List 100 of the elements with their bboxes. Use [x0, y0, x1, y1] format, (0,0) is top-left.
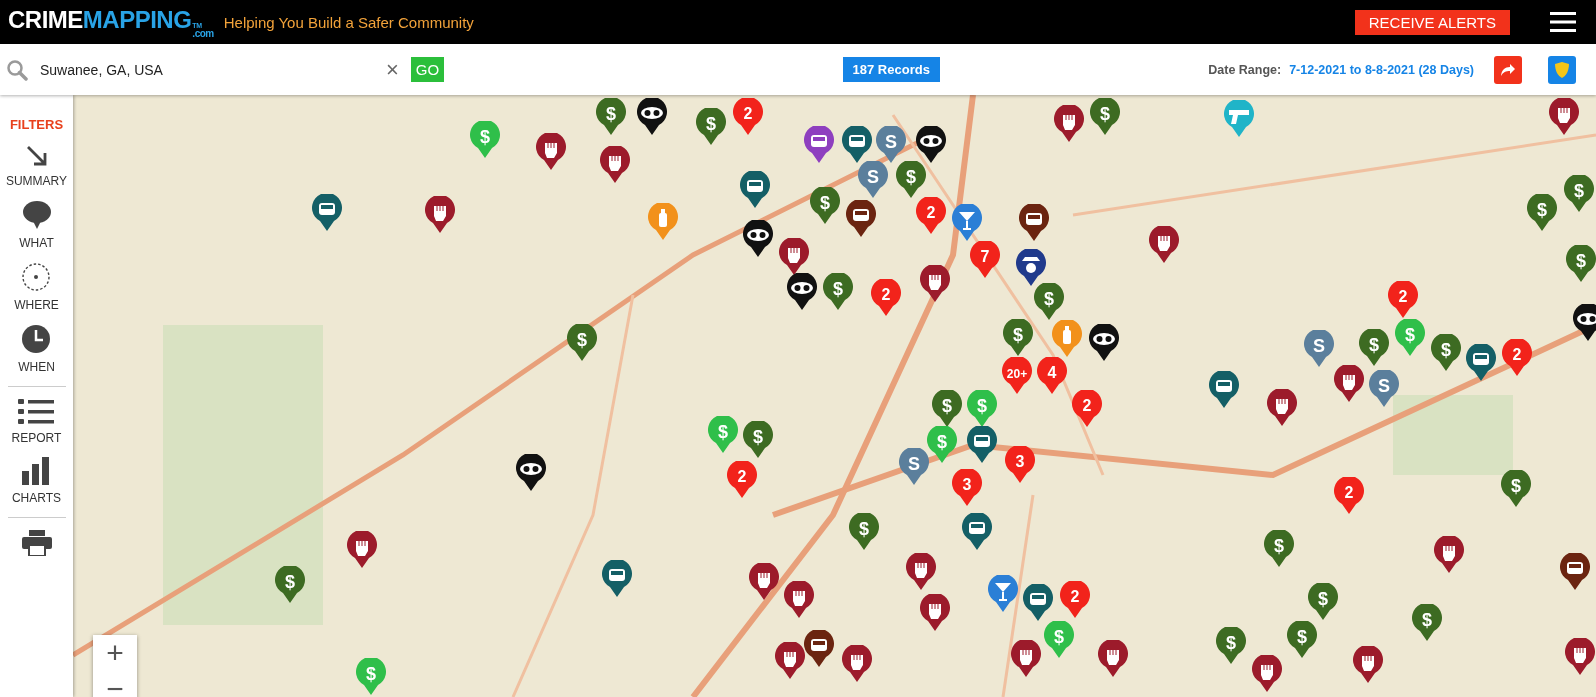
- assault-marker[interactable]: [535, 133, 567, 171]
- theft-marker[interactable]: $: [1286, 621, 1318, 659]
- share-button[interactable]: [1494, 55, 1522, 84]
- theft-marker[interactable]: $: [1411, 604, 1443, 642]
- cluster-marker[interactable]: 2: [726, 461, 758, 499]
- theft-marker[interactable]: $: [695, 108, 727, 146]
- cluster-marker[interactable]: 2: [1059, 581, 1091, 619]
- cluster-marker[interactable]: 2: [915, 197, 947, 235]
- assault-marker[interactable]: [1053, 105, 1085, 143]
- robbery-marker[interactable]: S: [898, 448, 930, 486]
- zoom-in-button[interactable]: +: [93, 635, 137, 671]
- theft-marker[interactable]: $: [809, 187, 841, 225]
- theft-marker[interactable]: $: [1430, 334, 1462, 372]
- assault-marker[interactable]: [1352, 646, 1384, 684]
- theft-marker[interactable]: $: [1565, 245, 1596, 283]
- theft-marker[interactable]: $: [1307, 583, 1339, 621]
- assault-marker[interactable]: [905, 553, 937, 591]
- zoom-out-button[interactable]: −: [93, 671, 137, 697]
- menu-icon[interactable]: [1550, 12, 1576, 32]
- cluster-marker[interactable]: 20+: [1001, 357, 1033, 395]
- assault-marker[interactable]: [424, 196, 456, 234]
- spray-can-marker[interactable]: [647, 203, 679, 241]
- assault-marker[interactable]: [774, 642, 806, 680]
- location-icon[interactable]: [21, 262, 52, 292]
- assault-marker[interactable]: [1148, 226, 1180, 264]
- cluster-marker[interactable]: 3: [1004, 446, 1036, 484]
- theft-marker[interactable]: $: [1358, 329, 1390, 367]
- assault-marker[interactable]: [1010, 640, 1042, 678]
- theft-marker[interactable]: $: [1089, 98, 1121, 136]
- vehicle-marker[interactable]: [1022, 584, 1054, 622]
- vehicle-marker[interactable]: [961, 513, 993, 551]
- sidebar-label[interactable]: WHEN: [18, 360, 55, 374]
- burglary-marker[interactable]: [1088, 324, 1120, 362]
- bar-chart-icon[interactable]: [21, 457, 52, 485]
- theft-marker[interactable]: $: [895, 161, 927, 199]
- printer-icon[interactable]: [21, 530, 52, 556]
- assault-marker[interactable]: [919, 594, 951, 632]
- sidebar-label[interactable]: SUMMARY: [5, 174, 68, 188]
- theft-marker[interactable]: $: [274, 566, 306, 604]
- gun-marker[interactable]: [1223, 100, 1255, 138]
- assault-marker[interactable]: [346, 531, 378, 569]
- theft-marker[interactable]: $: [742, 421, 774, 459]
- assault-marker[interactable]: [599, 146, 631, 184]
- assault-marker[interactable]: [1251, 655, 1283, 693]
- robbery-marker[interactable]: S: [1303, 330, 1335, 368]
- assault-marker[interactable]: [1564, 638, 1596, 676]
- assault-marker[interactable]: [1433, 536, 1465, 574]
- spray-can-marker[interactable]: [1051, 320, 1083, 358]
- cluster-marker[interactable]: 4: [1036, 357, 1068, 395]
- speech-bubble-icon[interactable]: [21, 200, 52, 230]
- vehicle-marker[interactable]: [311, 194, 343, 232]
- vehicle-marker[interactable]: [841, 126, 873, 164]
- assault-marker[interactable]: [778, 238, 810, 276]
- theft-marker[interactable]: $: [1500, 470, 1532, 508]
- receive-alerts-button[interactable]: RECEIVE ALERTS: [1354, 9, 1510, 35]
- theft-marker[interactable]: $: [1033, 283, 1065, 321]
- list-icon[interactable]: [18, 399, 55, 425]
- date-range-link[interactable]: 7-12-2021 to 8-8-2021 (28 Days): [1289, 62, 1474, 77]
- cluster-marker[interactable]: 2: [732, 98, 764, 136]
- vehicle-marker[interactable]: [739, 171, 771, 209]
- cluster-marker[interactable]: 2: [1387, 281, 1419, 319]
- burglary-marker[interactable]: [636, 98, 668, 136]
- burglary-marker[interactable]: [742, 220, 774, 258]
- vehicle-marker[interactable]: [601, 560, 633, 598]
- theft-marker[interactable]: $: [822, 273, 854, 311]
- assault-marker[interactable]: [1333, 365, 1365, 403]
- vehicle-marker[interactable]: [845, 200, 877, 238]
- theft-marker[interactable]: $: [848, 513, 880, 551]
- assault-marker[interactable]: [1548, 98, 1580, 136]
- cluster-marker[interactable]: 7: [969, 241, 1001, 279]
- robbery-marker[interactable]: S: [1368, 370, 1400, 408]
- cluster-marker[interactable]: 2: [1333, 477, 1365, 515]
- assault-marker[interactable]: [1266, 389, 1298, 427]
- theft-marker[interactable]: $: [931, 390, 963, 428]
- clear-button[interactable]: ×: [382, 56, 403, 83]
- vehicle-marker[interactable]: [966, 426, 998, 464]
- arrow-icon[interactable]: [24, 144, 49, 168]
- theft-marker[interactable]: $: [1215, 627, 1247, 665]
- theft-marker[interactable]: $: [1526, 194, 1558, 232]
- assault-marker[interactable]: [1097, 640, 1129, 678]
- robbery-marker[interactable]: S: [857, 161, 889, 199]
- vehicle-marker[interactable]: [1208, 371, 1240, 409]
- theft-marker[interactable]: $: [1002, 319, 1034, 357]
- sidebar-label[interactable]: WHERE: [14, 298, 59, 312]
- cluster-marker[interactable]: 2: [870, 279, 902, 317]
- cluster-marker[interactable]: 2: [1501, 339, 1533, 377]
- cocktail-marker[interactable]: [987, 575, 1019, 613]
- burglary-marker[interactable]: [1572, 304, 1596, 342]
- assault-marker[interactable]: [841, 645, 873, 683]
- assault-marker[interactable]: [783, 581, 815, 619]
- robbery-marker[interactable]: S: [875, 126, 907, 164]
- clock-icon[interactable]: [21, 324, 52, 354]
- police-badge-button[interactable]: [1548, 55, 1576, 84]
- vehicle-marker[interactable]: [1465, 344, 1497, 382]
- theft-marker[interactable]: $: [1563, 175, 1595, 213]
- cluster-marker[interactable]: 3: [951, 469, 983, 507]
- burglary-marker[interactable]: [515, 454, 547, 492]
- theft-marker[interactable]: $: [566, 324, 598, 362]
- sidebar-label[interactable]: REPORT: [11, 431, 62, 445]
- vehicle-marker[interactable]: [1559, 553, 1591, 591]
